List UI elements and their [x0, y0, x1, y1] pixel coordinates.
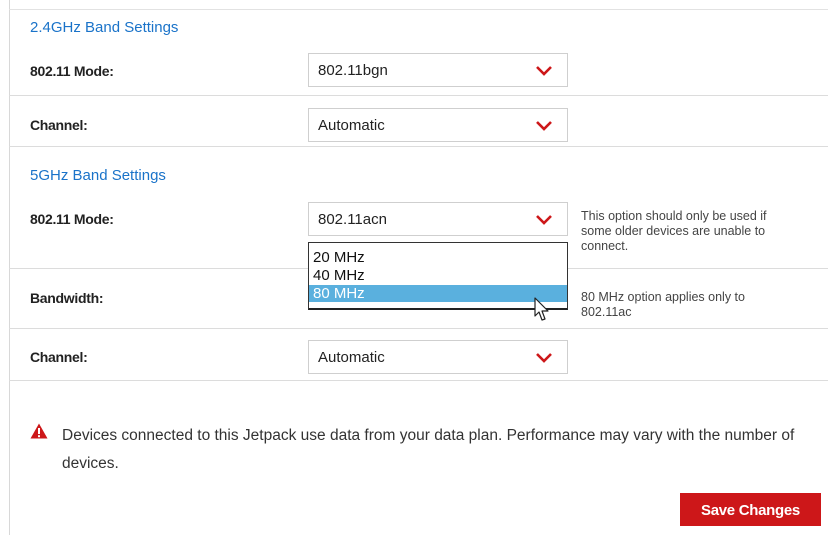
- label-24-channel: Channel:: [30, 117, 88, 133]
- select-5-channel-value: Automatic: [318, 349, 385, 366]
- bandwidth-dropdown-list[interactable]: 20 MHz 40 MHz 80 MHz: [308, 242, 568, 310]
- bandwidth-help-line: 802.11ac: [581, 305, 632, 319]
- warning-triangle-icon: [30, 423, 48, 439]
- divider: [9, 146, 828, 147]
- mode-help-line: connect.: [581, 239, 629, 253]
- section-title-5ghz: 5GHz Band Settings: [30, 167, 166, 184]
- divider: [9, 380, 828, 381]
- select-24-channel[interactable]: Automatic: [308, 108, 568, 142]
- divider: [9, 328, 828, 329]
- select-24-mode[interactable]: 802.11bgn: [308, 53, 568, 87]
- chevron-down-icon: [536, 215, 552, 225]
- bandwidth-option-20[interactable]: 20 MHz: [309, 249, 567, 266]
- label-24-mode: 802.11 Mode:: [30, 63, 114, 79]
- select-5-mode[interactable]: 802.11acn: [308, 202, 568, 236]
- chevron-down-icon: [536, 66, 552, 76]
- label-5-bandwidth: Bandwidth:: [30, 290, 104, 306]
- select-24-channel-value: Automatic: [318, 117, 385, 134]
- mode-help-line: some older devices are unable to: [581, 224, 766, 238]
- mode-help-line: This option should only be used if: [581, 209, 767, 223]
- chevron-down-icon: [536, 353, 552, 363]
- label-5-mode: 802.11 Mode:: [30, 211, 114, 227]
- bandwidth-option-40[interactable]: 40 MHz: [309, 267, 567, 284]
- divider: [9, 95, 828, 96]
- select-24-mode-value: 802.11bgn: [318, 62, 388, 79]
- panel-top-border: [9, 9, 828, 10]
- select-5-channel[interactable]: Automatic: [308, 340, 568, 374]
- section-title-24ghz: 2.4GHz Band Settings: [30, 19, 179, 36]
- bandwidth-help-line: 80 MHz option applies only to: [581, 290, 745, 304]
- mode-help-text: This option should only be used if some …: [581, 209, 767, 254]
- bandwidth-option-80[interactable]: 80 MHz: [309, 285, 567, 302]
- chevron-down-icon: [536, 121, 552, 131]
- label-5-channel: Channel:: [30, 349, 88, 365]
- bandwidth-help-text: 80 MHz option applies only to 802.11ac: [581, 290, 745, 320]
- mouse-pointer-icon: [534, 297, 549, 321]
- select-5-mode-value: 802.11acn: [318, 211, 387, 228]
- data-usage-notice: Devices connected to this Jetpack use da…: [62, 427, 795, 472]
- save-changes-button[interactable]: Save Changes: [680, 493, 821, 526]
